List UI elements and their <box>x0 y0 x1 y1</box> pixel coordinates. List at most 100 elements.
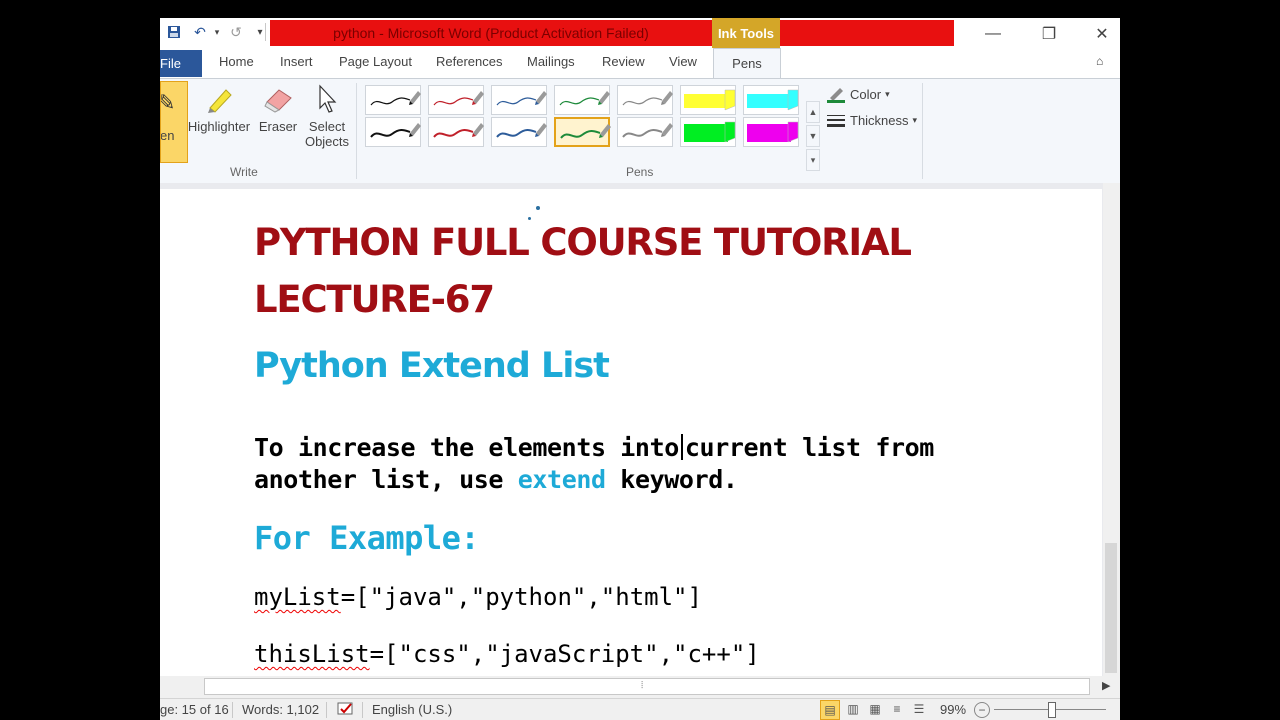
save-icon[interactable] <box>164 22 184 42</box>
document-area: PYTHON FULL COURSE TUTORIAL LECTURE-67 P… <box>160 183 1120 676</box>
gallery-scroll-up-icon[interactable]: ▲ <box>806 101 820 123</box>
full-screen-reading-icon[interactable]: ▥ <box>844 700 862 718</box>
eraser-label: Eraser <box>258 119 298 134</box>
pen-swatch-1-4[interactable] <box>554 85 610 115</box>
doc-title-line-2: LECTURE-67 <box>254 278 495 321</box>
pen-swatch-1-7[interactable] <box>743 85 799 115</box>
ribbon-tabs: File Home Insert Page Layout References … <box>160 48 1120 78</box>
write-group-label: Write <box>230 165 258 179</box>
restore-button[interactable]: ❐ <box>1026 20 1072 48</box>
redo-icon[interactable]: ↺ <box>226 22 246 42</box>
horizontal-scroll-thumb[interactable]: ⦙ <box>204 678 1090 695</box>
select-objects-label-1: Select <box>308 119 346 134</box>
undo-dropdown-icon[interactable]: ▾ <box>207 22 227 42</box>
customize-qat-icon[interactable]: ▾ <box>250 22 270 42</box>
code-var: myList <box>254 583 341 611</box>
zoom-slider-thumb[interactable] <box>1048 702 1056 718</box>
chevron-down-icon: ▾ <box>885 88 890 99</box>
zoom-level[interactable]: 99% <box>940 702 966 717</box>
status-separator <box>326 702 327 718</box>
minimize-button[interactable]: — <box>970 20 1016 48</box>
draft-view-icon[interactable]: ☰ <box>910 700 928 718</box>
tab-mailings[interactable]: Mailings <box>527 54 575 69</box>
keyword-highlight: extend <box>517 465 606 494</box>
proofing-icon[interactable] <box>336 700 356 720</box>
pen-swatch-1-6[interactable] <box>680 85 736 115</box>
pen-swatch-1-3[interactable] <box>491 85 547 115</box>
pen-label: en <box>160 128 175 143</box>
doc-title-line-1: PYTHON FULL COURSE TUTORIAL <box>254 221 912 264</box>
tab-references[interactable]: References <box>436 54 502 69</box>
chevron-down-icon: ▾ <box>912 114 918 125</box>
select-objects-button[interactable]: Select Objects <box>302 83 352 159</box>
vertical-scrollbar[interactable] <box>1103 183 1120 676</box>
tab-view[interactable]: View <box>669 54 697 69</box>
window-title-text: python - Microsoft Word (Product Activat… <box>333 25 649 41</box>
scroll-right-icon[interactable]: ▶ <box>1102 679 1110 692</box>
language-indicator[interactable]: English (U.S.) <box>372 702 452 717</box>
code-value: =["css","javaScript","c++"] <box>369 640 760 668</box>
paragraph-line-2: another list, use extend keyword. <box>254 465 738 494</box>
gallery-scroll-down-icon[interactable]: ▼ <box>806 125 820 147</box>
group-separator <box>922 83 923 179</box>
print-layout-view-icon[interactable]: ▤ <box>820 700 840 720</box>
word-window: ↶ ▾ ↺ ▾ python - Microsoft Word (Product… <box>160 18 1120 720</box>
tab-pens[interactable]: Pens <box>713 48 781 78</box>
select-objects-label-2: Objects <box>304 134 350 149</box>
minimize-ribbon-icon[interactable]: ⌂ <box>1096 54 1103 68</box>
word-count[interactable]: Words: 1,102 <box>242 702 319 717</box>
highlighter-label: Highlighter <box>187 119 251 134</box>
pen-swatch-2-6[interactable] <box>680 117 736 147</box>
title-bar: ↶ ▾ ↺ ▾ python - Microsoft Word (Product… <box>160 18 1120 48</box>
status-separator <box>232 702 233 718</box>
tab-pens-label: Pens <box>732 56 762 71</box>
ink-stroke <box>536 206 540 210</box>
pen-swatch-2-2[interactable] <box>428 117 484 147</box>
highlighter-button[interactable]: Highlighter <box>186 83 252 159</box>
pen-swatch-2-5[interactable] <box>617 117 673 147</box>
window-title: python - Microsoft Word (Product Activat… <box>270 20 712 46</box>
web-layout-icon[interactable]: ▦ <box>866 700 884 718</box>
pen-swatch-2-4[interactable] <box>554 117 611 147</box>
pen-swatch-2-3[interactable] <box>491 117 547 147</box>
pen-swatch-1-1[interactable] <box>365 85 421 115</box>
pen-color-icon <box>827 88 845 103</box>
horizontal-scrollbar[interactable]: ⦙ ▶ <box>160 676 1120 698</box>
color-label: Color <box>850 86 882 102</box>
group-separator <box>356 83 357 179</box>
document-page[interactable]: PYTHON FULL COURSE TUTORIAL LECTURE-67 P… <box>160 189 1102 676</box>
pen-swatch-2-7[interactable] <box>743 117 799 147</box>
tab-insert[interactable]: Insert <box>280 54 313 69</box>
paragraph-line-1: To increase the elements into current lis… <box>254 433 934 462</box>
zoom-out-icon[interactable]: − <box>974 702 990 718</box>
outline-view-icon[interactable]: ≡ <box>888 700 906 718</box>
tab-review[interactable]: Review <box>602 54 645 69</box>
eraser-button[interactable]: Eraser <box>254 83 302 159</box>
pen-tool-button[interactable]: ✎ en <box>160 81 188 163</box>
close-button[interactable]: ✕ <box>1084 20 1120 48</box>
line-thickness-icon <box>827 115 845 127</box>
tab-file[interactable]: File <box>160 50 202 77</box>
pen-swatch-1-2[interactable] <box>428 85 484 115</box>
tab-home[interactable]: Home <box>219 54 254 69</box>
paragraph-text: To increase the elements into <box>254 433 679 462</box>
pen-icon: ✎ <box>161 90 175 116</box>
paragraph-text: current list from <box>684 433 934 462</box>
doc-heading: Python Extend List <box>254 346 610 386</box>
pen-swatch-1-5[interactable] <box>617 85 673 115</box>
thickness-label: Thickness <box>850 112 909 128</box>
color-dropdown[interactable]: Color ▾ <box>826 85 890 103</box>
vertical-scroll-thumb[interactable] <box>1105 543 1117 673</box>
gallery-more-icon[interactable]: ▾ <box>806 149 820 171</box>
thickness-dropdown[interactable]: Thickness ▾ <box>826 111 917 129</box>
pointer-icon <box>311 83 343 115</box>
code-line-2: thisList=["css","javaScript","c++"] <box>254 640 760 668</box>
tab-page-layout[interactable]: Page Layout <box>339 54 412 69</box>
ink-tools-context-tab: Ink Tools <box>712 18 780 48</box>
ribbon-pens: ✎ en Highlighter Eraser Select Objects W… <box>160 78 1120 184</box>
page-count[interactable]: ge: 15 of 16 <box>160 702 229 717</box>
paragraph-text: keyword. <box>605 465 738 494</box>
pen-swatch-2-1[interactable] <box>365 117 421 147</box>
text-cursor <box>680 434 683 460</box>
code-value: =["java","python","html"] <box>340 583 702 611</box>
